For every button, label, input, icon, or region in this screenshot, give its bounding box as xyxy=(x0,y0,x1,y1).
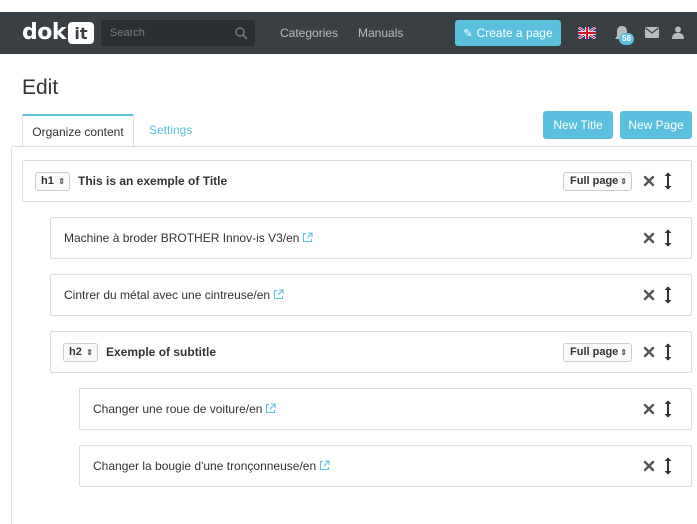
content-row-page[interactable]: Changer une roue de voiture/en xyxy=(79,388,692,430)
page-display-select[interactable]: Full page ⇕ xyxy=(563,343,632,362)
create-page-button[interactable]: ✎ Create a page xyxy=(455,20,561,46)
drag-handle-icon[interactable] xyxy=(663,229,673,247)
select-arrows-icon: ⇕ xyxy=(620,177,627,186)
create-page-label: Create a page xyxy=(476,26,553,40)
remove-icon[interactable] xyxy=(643,460,655,472)
select-arrows-icon: ⇕ xyxy=(86,348,93,357)
row-page-text: Machine à broder BROTHER Innov-is V3/en xyxy=(64,218,313,258)
remove-icon[interactable] xyxy=(643,346,655,358)
search-icon[interactable] xyxy=(234,26,248,40)
content-row-page[interactable]: Changer la bougie d'une tronçonneuse/en xyxy=(79,445,692,487)
content-row-page[interactable]: Cintrer du métal avec une cintreuse/en xyxy=(50,274,692,316)
page-display-value: Full page xyxy=(570,175,619,187)
page-title: Edit xyxy=(22,76,59,99)
tab-organize-content[interactable]: Organize content xyxy=(22,114,134,146)
page-display-value: Full page xyxy=(570,346,619,358)
top-navbar: dok it Categories Manuals ✎ Create a pag… xyxy=(0,12,697,54)
row-title-text: Exemple of subtitle xyxy=(106,345,217,359)
nav-manuals-link[interactable]: Manuals xyxy=(358,12,403,54)
drag-handle-icon[interactable] xyxy=(663,172,673,190)
dokit-logo[interactable]: dok it xyxy=(22,20,94,46)
tabs-divider xyxy=(11,146,697,147)
page-link[interactable]: Cintrer du métal avec une cintreuse/en xyxy=(64,288,270,302)
content-row-page[interactable]: Machine à broder BROTHER Innov-is V3/en xyxy=(50,217,692,259)
title-level-value: h2 xyxy=(69,346,82,358)
logo-text: dok xyxy=(22,20,67,45)
search-box xyxy=(101,20,255,46)
remove-icon[interactable] xyxy=(643,175,655,187)
user-icon[interactable] xyxy=(672,26,684,39)
page-link[interactable]: Changer la bougie d'une tronçonneuse/en xyxy=(93,459,316,473)
new-page-button[interactable]: New Page xyxy=(620,111,692,139)
nav-categories-link[interactable]: Categories xyxy=(280,12,338,54)
page-display-select[interactable]: Full page ⇕ xyxy=(563,172,632,191)
row-page-text: Changer la bougie d'une tronçonneuse/en xyxy=(93,446,330,486)
content-row-title[interactable]: h2 ⇕ Exemple of subtitle Full page ⇕ xyxy=(50,331,692,373)
external-link-icon[interactable] xyxy=(273,289,284,300)
title-level-select[interactable]: h2 ⇕ xyxy=(63,343,98,362)
page-link[interactable]: Machine à broder BROTHER Innov-is V3/en xyxy=(64,231,299,245)
title-level-value: h1 xyxy=(41,175,54,187)
content-row-title[interactable]: h1 ⇕ This is an exemple of Title Full pa… xyxy=(22,160,692,202)
drag-handle-icon[interactable] xyxy=(663,400,673,418)
row-page-text: Changer une roue de voiture/en xyxy=(93,389,277,429)
pencil-icon: ✎ xyxy=(463,27,473,40)
select-arrows-icon: ⇕ xyxy=(620,348,627,357)
external-link-icon[interactable] xyxy=(302,232,313,243)
remove-icon[interactable] xyxy=(643,289,655,301)
logo-badge: it xyxy=(68,22,94,44)
remove-icon[interactable] xyxy=(643,232,655,244)
new-title-button[interactable]: New Title xyxy=(543,111,613,139)
drag-handle-icon[interactable] xyxy=(663,457,673,475)
page-link[interactable]: Changer une roue de voiture/en xyxy=(93,402,262,416)
tab-settings[interactable]: Settings xyxy=(149,114,192,146)
row-page-text: Cintrer du métal avec une cintreuse/en xyxy=(64,275,284,315)
drag-handle-icon[interactable] xyxy=(663,286,673,304)
external-link-icon[interactable] xyxy=(319,460,330,471)
title-level-select[interactable]: h1 ⇕ xyxy=(35,172,70,191)
search-input[interactable] xyxy=(101,20,255,46)
external-link-icon[interactable] xyxy=(265,403,277,414)
uk-flag-icon[interactable] xyxy=(578,27,596,39)
select-arrows-icon: ⇕ xyxy=(58,177,65,186)
notification-badge: 58 xyxy=(619,33,634,45)
row-title-text: This is an exemple of Title xyxy=(78,174,228,188)
content-left-border xyxy=(11,146,12,524)
mail-icon[interactable] xyxy=(645,27,659,38)
remove-icon[interactable] xyxy=(643,403,655,415)
drag-handle-icon[interactable] xyxy=(663,343,673,361)
